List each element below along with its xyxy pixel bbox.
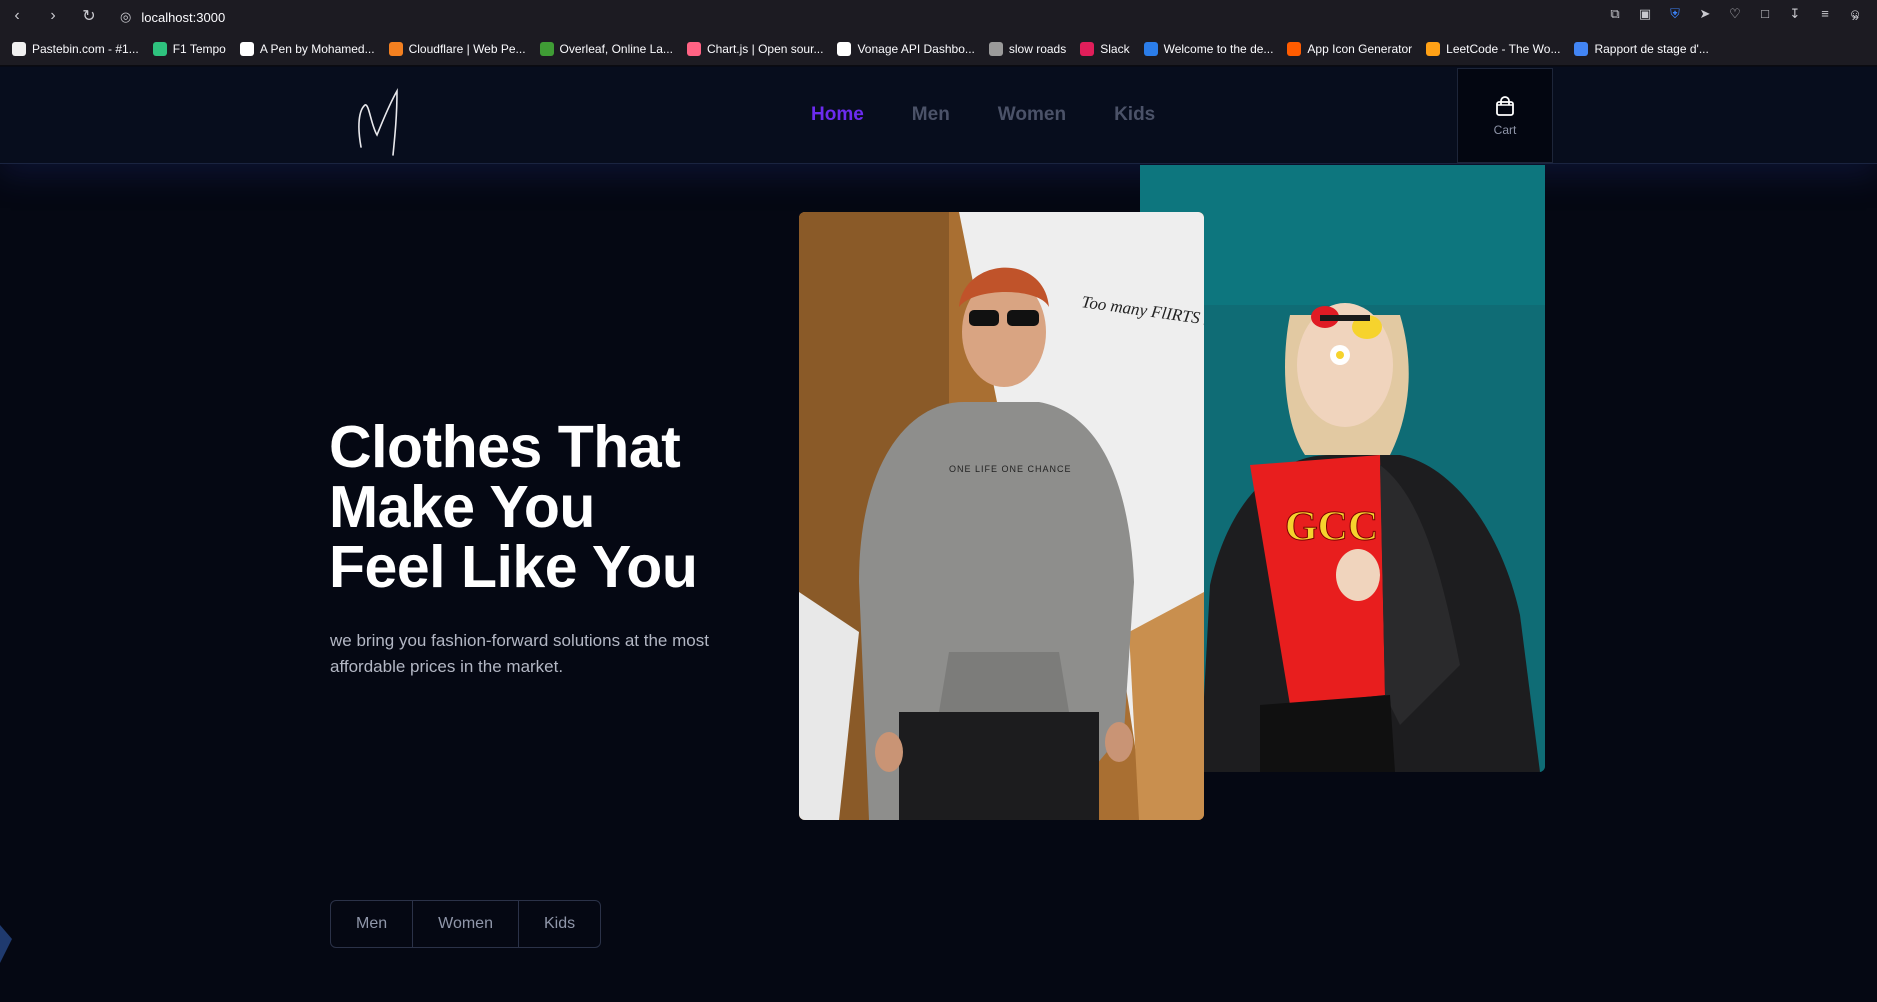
bookmark-favicon-icon bbox=[239, 42, 254, 56]
bookmark-item[interactable]: Vonage API Dashbo... bbox=[837, 42, 975, 56]
nav-women[interactable]: Women bbox=[998, 104, 1066, 126]
bookmark-label: A Pen by Mohamed... bbox=[259, 42, 375, 56]
bookmark-item[interactable]: F1 Tempo bbox=[152, 42, 226, 56]
bookmark-item[interactable]: Slack bbox=[1080, 42, 1130, 56]
url-text: localhost:3000 bbox=[141, 9, 226, 25]
bookmark-favicon-icon bbox=[837, 42, 852, 56]
main-nav: Home Men Women Kids bbox=[811, 104, 1155, 126]
cart-button[interactable]: Cart bbox=[1457, 68, 1553, 163]
bookmark-item[interactable]: App Icon Generator bbox=[1287, 42, 1412, 56]
bookmark-label: Vonage API Dashbo... bbox=[857, 42, 975, 56]
bookmark-item[interactable]: A Pen by Mohamed... bbox=[239, 42, 375, 56]
cart-label: Cart bbox=[1493, 122, 1517, 137]
bookmark-label: F1 Tempo bbox=[172, 42, 226, 56]
filter-men-button[interactable]: Men bbox=[331, 901, 414, 947]
nav-home[interactable]: Home bbox=[811, 104, 864, 126]
shield-icon[interactable]: ⛨ bbox=[1667, 6, 1683, 22]
hoodie-print: ONE LIFE ONE CHANCE bbox=[949, 464, 1072, 474]
filter-kids-button[interactable]: Kids bbox=[519, 901, 600, 947]
bookmark-favicon-icon bbox=[1426, 42, 1441, 56]
side-widget-icon[interactable] bbox=[0, 925, 12, 963]
more-bookmarks-icon[interactable]: » bbox=[1852, 9, 1859, 24]
bookmark-favicon-icon bbox=[152, 42, 167, 56]
box-icon[interactable]: □ bbox=[1757, 6, 1773, 22]
bookmark-item[interactable]: Welcome to the de... bbox=[1143, 42, 1274, 56]
send-icon[interactable]: ➤ bbox=[1697, 6, 1713, 22]
bookmark-favicon-icon bbox=[1080, 42, 1095, 56]
bookmark-label: Rapport de stage d'... bbox=[1594, 42, 1709, 56]
hero-title: Clothes That Make You Feel Like You bbox=[329, 417, 749, 597]
bookmark-item[interactable]: Chart.js | Open sour... bbox=[686, 42, 824, 56]
page: Home Men Women Kids Cart Clothes That Ma… bbox=[0, 67, 1877, 1002]
logo[interactable] bbox=[353, 85, 413, 157]
heart-icon[interactable]: ♡ bbox=[1727, 6, 1743, 22]
bookmark-item[interactable]: LeetCode - The Wo... bbox=[1426, 42, 1560, 56]
bookmark-item[interactable]: slow roads bbox=[988, 42, 1067, 56]
bookmark-favicon-icon bbox=[1143, 42, 1158, 56]
forward-icon[interactable]: › bbox=[40, 3, 66, 29]
site-header: Home Men Women Kids Cart bbox=[0, 67, 1877, 164]
bookmark-label: Cloudflare | Web Pe... bbox=[408, 42, 526, 56]
bookmark-favicon-icon bbox=[686, 42, 701, 56]
bookmarks-bar: Pastebin.com - #1... F1 Tempo A Pen by Moh… bbox=[0, 33, 1877, 66]
hero-photo-man: Too many FlIRTS In MINI SKIRT ONE LIFE O… bbox=[799, 212, 1204, 820]
nav-men[interactable]: Men bbox=[912, 104, 950, 126]
share-icon[interactable]: ⧉ bbox=[1607, 6, 1623, 22]
screenshot-icon[interactable]: ▣ bbox=[1637, 6, 1653, 22]
category-filter: Men Women Kids bbox=[330, 900, 602, 948]
bookmark-item[interactable]: Pastebin.com - #1... bbox=[12, 42, 139, 56]
bookmark-item[interactable]: Rapport de stage d'... bbox=[1574, 42, 1709, 56]
bookmark-favicon-icon bbox=[12, 42, 26, 56]
bookmark-label: Welcome to the de... bbox=[1163, 42, 1274, 56]
back-icon[interactable]: ‹ bbox=[4, 3, 30, 29]
hero-title-line3: Feel Like You bbox=[329, 534, 698, 600]
bookmark-favicon-icon bbox=[1287, 42, 1302, 56]
download-icon[interactable]: ↧ bbox=[1787, 6, 1803, 22]
address-bar[interactable]: ◎ localhost:3000 bbox=[120, 6, 225, 28]
bookmark-label: Overleaf, Online La... bbox=[559, 42, 673, 56]
bookmark-item[interactable]: Overleaf, Online La... bbox=[539, 42, 673, 56]
reload-icon[interactable]: ↻ bbox=[76, 3, 102, 29]
bookmark-item[interactable]: Cloudflare | Web Pe... bbox=[388, 42, 526, 56]
toolbar-icons: ⧉ ▣ ⛨ ➤ ♡ □ ↧ ≡ ☺ bbox=[1607, 6, 1863, 22]
bookmark-favicon-icon bbox=[539, 42, 554, 56]
hero-title-line2: Make You bbox=[329, 474, 595, 540]
hero-title-line1: Clothes That bbox=[329, 414, 681, 480]
bookmark-label: Slack bbox=[1100, 42, 1130, 56]
nav-kids[interactable]: Kids bbox=[1114, 104, 1155, 126]
filter-women-button[interactable]: Women bbox=[413, 901, 519, 947]
browser-toolbar: ‹ › ↻ ◎ localhost:3000 ⧉ ▣ ⛨ ➤ ♡ □ ↧ ≡ ☺ bbox=[0, 0, 1877, 33]
bookmark-label: slow roads bbox=[1008, 42, 1067, 56]
globe-icon: ◎ bbox=[120, 9, 132, 24]
bookmark-label: LeetCode - The Wo... bbox=[1446, 42, 1561, 56]
bookmark-label: App Icon Generator bbox=[1307, 42, 1413, 56]
shopping-bag-icon bbox=[1496, 95, 1514, 116]
shirt-print: GCC bbox=[1285, 504, 1378, 550]
bookmark-favicon-icon bbox=[1574, 42, 1589, 56]
menu-icon[interactable]: ≡ bbox=[1817, 6, 1833, 22]
bookmark-label: Pastebin.com - #1... bbox=[32, 42, 139, 56]
bookmark-favicon-icon bbox=[388, 42, 403, 56]
bookmark-favicon-icon bbox=[988, 42, 1003, 56]
hero-subtitle: we bring you fashion-forward solutions a… bbox=[330, 631, 709, 676]
bookmark-label: Chart.js | Open sour... bbox=[706, 42, 824, 56]
